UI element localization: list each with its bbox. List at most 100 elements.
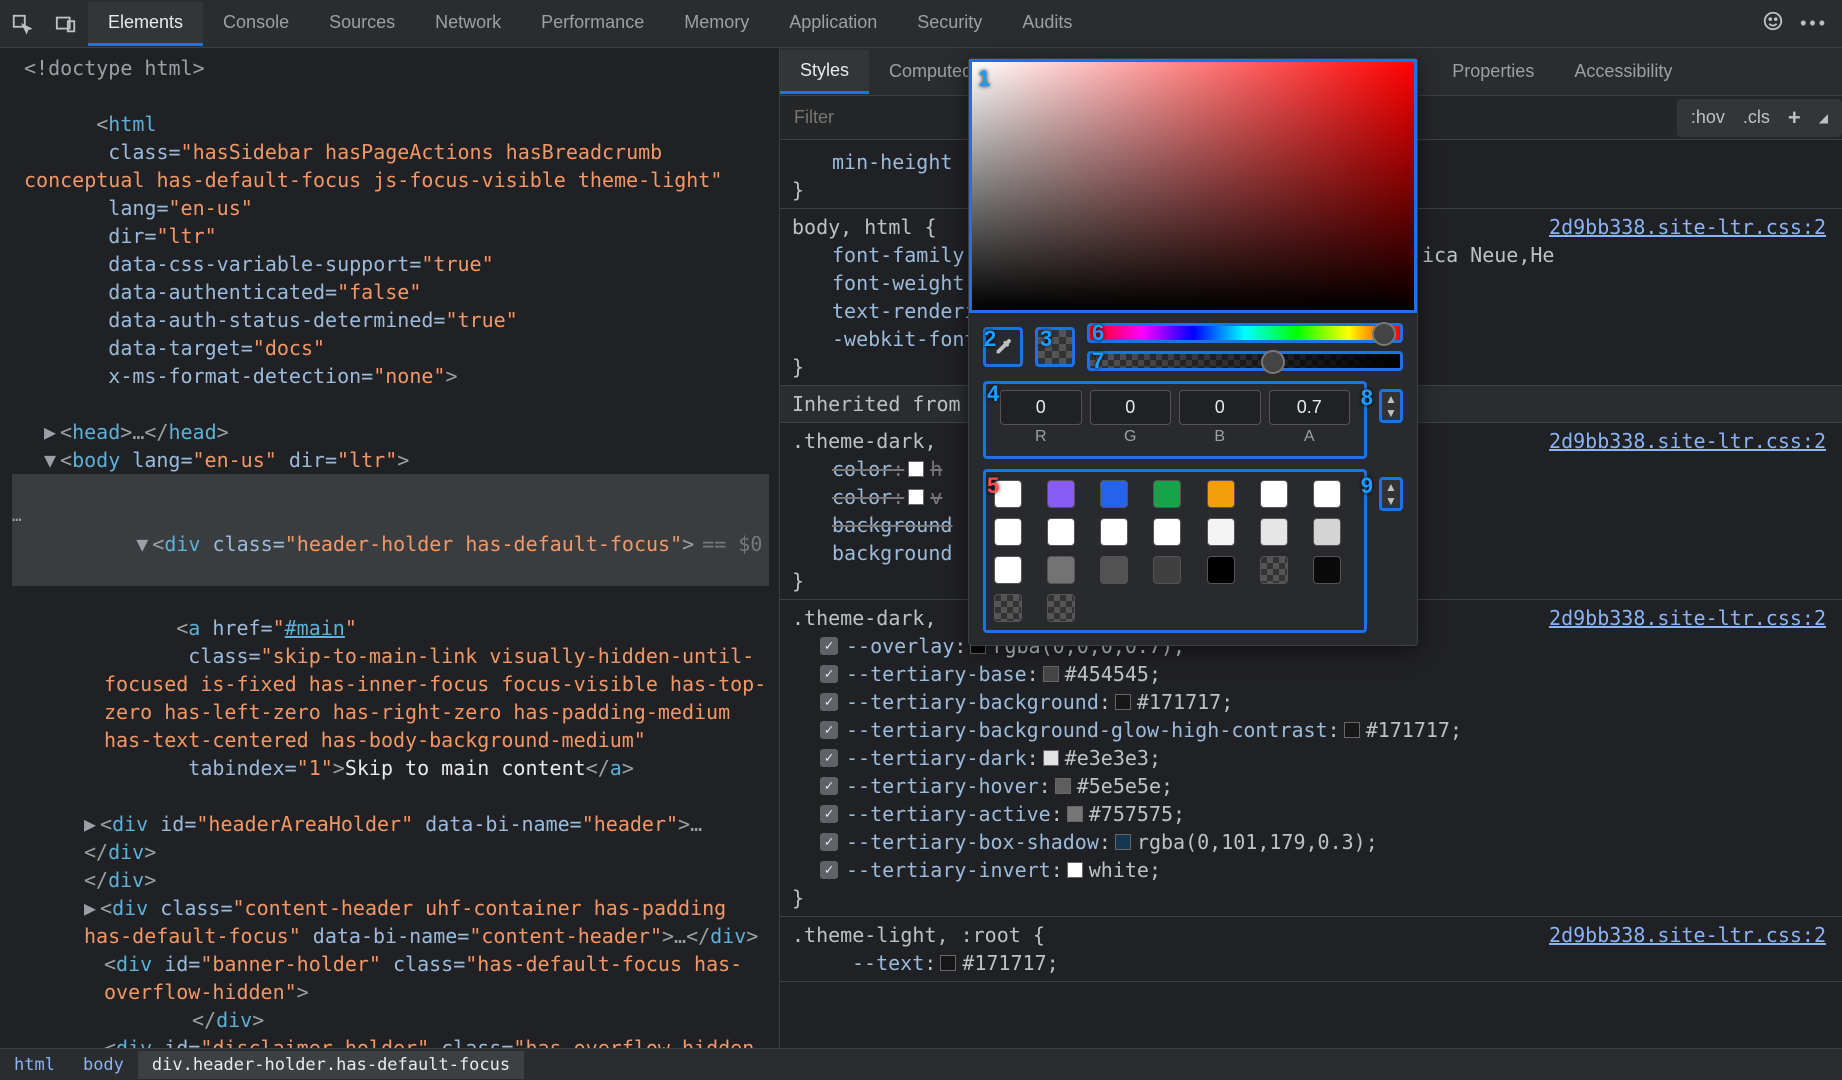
hov-toggle[interactable]: :hov xyxy=(1691,107,1725,128)
property-checkbox[interactable]: ✓ xyxy=(820,637,838,655)
format-stepper[interactable]: ▲▼ xyxy=(1379,389,1403,423)
content-header-element[interactable]: ▶<div class="content-header uhf-containe… xyxy=(12,894,769,950)
palette-swatch[interactable] xyxy=(1260,556,1288,584)
selected-marker: == $0 xyxy=(694,532,762,556)
palette-swatch[interactable] xyxy=(1100,518,1128,546)
palette-swatch[interactable] xyxy=(1313,480,1341,508)
spectrum-field[interactable]: 1 xyxy=(969,59,1417,313)
callout-6: 6 xyxy=(1092,320,1104,346)
property-checkbox[interactable]: ✓ xyxy=(820,777,838,795)
palette-swatch[interactable] xyxy=(1047,480,1075,508)
palette-swatch[interactable] xyxy=(1047,594,1075,622)
b-input[interactable] xyxy=(1179,390,1261,425)
device-toolbar-icon[interactable] xyxy=(44,2,88,46)
palette-swatch[interactable] xyxy=(1207,518,1235,546)
palette-stepper[interactable]: ▲▼ xyxy=(1379,477,1403,511)
palette-swatch[interactable] xyxy=(1047,518,1075,546)
palette-swatch[interactable] xyxy=(1153,556,1181,584)
property-checkbox[interactable]: ✓ xyxy=(820,693,838,711)
crumb-html[interactable]: html xyxy=(0,1051,69,1079)
palette-swatch[interactable] xyxy=(1313,518,1341,546)
property-checkbox[interactable]: ✓ xyxy=(820,665,838,683)
property-checkbox[interactable]: ✓ xyxy=(820,833,838,851)
css-property[interactable]: ✓--tertiary-background-glow-high-contras… xyxy=(792,716,1826,744)
tab-memory[interactable]: Memory xyxy=(664,2,769,46)
palette-swatch[interactable] xyxy=(1207,480,1235,508)
callout-3: 3 xyxy=(1040,326,1052,352)
crumb-selected[interactable]: div.header-holder.has-default-focus xyxy=(138,1051,524,1079)
devtools-toolbar: ElementsConsoleSourcesNetworkPerformance… xyxy=(0,0,1842,48)
callout-4: 4 xyxy=(987,381,999,407)
palette-swatch[interactable] xyxy=(994,594,1022,622)
tab-elements[interactable]: Elements xyxy=(88,2,203,46)
styles-tab-properties[interactable]: Properties xyxy=(1432,51,1554,92)
more-icon[interactable]: ••• xyxy=(1800,13,1828,34)
disclaimer-holder-element[interactable]: <div id="disclaimer-holder" class="has-o… xyxy=(12,1034,769,1048)
tab-application[interactable]: Application xyxy=(769,2,897,46)
a-input[interactable] xyxy=(1269,390,1351,425)
styles-tab-styles[interactable]: Styles xyxy=(780,50,869,94)
source-link[interactable]: 2d9bb338.site-ltr.css:2 xyxy=(1549,427,1826,455)
palette-swatch[interactable] xyxy=(1260,480,1288,508)
callout-8: 8 xyxy=(1361,385,1373,411)
hue-slider[interactable]: 6 xyxy=(1087,323,1403,343)
source-link[interactable]: 2d9bb338.site-ltr.css:2 xyxy=(1549,604,1826,632)
callout-5: 5 xyxy=(987,473,999,499)
css-property[interactable]: ✓--tertiary-hover: #5e5e5e; xyxy=(792,772,1826,800)
palette-swatch[interactable] xyxy=(1100,480,1128,508)
elements-dom-tree[interactable]: <!doctype html> <html class="hasSidebar … xyxy=(0,48,780,1048)
tab-security[interactable]: Security xyxy=(897,2,1002,46)
sample-color: 3 xyxy=(1035,327,1075,367)
palette-swatch[interactable] xyxy=(994,518,1022,546)
callout-1: 1 xyxy=(978,66,990,92)
palette-swatch[interactable] xyxy=(1153,518,1181,546)
corner-icon[interactable]: ◢ xyxy=(1819,111,1828,125)
css-property[interactable]: ✓--tertiary-invert: white; xyxy=(792,856,1826,884)
palette-swatch[interactable] xyxy=(1313,556,1341,584)
inspect-element-icon[interactable] xyxy=(0,2,44,46)
property-checkbox[interactable]: ✓ xyxy=(820,749,838,767)
source-link[interactable]: 2d9bb338.site-ltr.css:2 xyxy=(1549,921,1826,949)
eyedropper-button[interactable]: 2 xyxy=(983,327,1023,367)
palette-swatch[interactable] xyxy=(1207,556,1235,584)
tab-network[interactable]: Network xyxy=(415,2,521,46)
selected-element[interactable]: … ▼<div class="header-holder has-default… xyxy=(12,474,769,586)
property-checkbox[interactable]: ✓ xyxy=(820,861,838,879)
tab-console[interactable]: Console xyxy=(203,2,309,46)
doctype: <!doctype html> xyxy=(24,56,205,80)
tab-sources[interactable]: Sources xyxy=(309,2,415,46)
body-element[interactable]: ▼<body lang="en-us" dir="ltr"> xyxy=(12,446,769,474)
palette-swatches: 5 xyxy=(983,469,1367,633)
new-style-rule-button[interactable]: + xyxy=(1788,105,1801,131)
styles-tab-accessibility[interactable]: Accessibility xyxy=(1554,51,1692,92)
banner-holder-element[interactable]: <div id="banner-holder" class="has-defau… xyxy=(12,950,769,1006)
property-checkbox[interactable]: ✓ xyxy=(820,721,838,739)
css-property[interactable]: ✓--tertiary-dark: #e3e3e3; xyxy=(792,744,1826,772)
palette-swatch[interactable] xyxy=(1153,480,1181,508)
r-input[interactable] xyxy=(1000,390,1082,425)
palette-swatch[interactable] xyxy=(1047,556,1075,584)
anchor-element[interactable]: <a href="#main" class="skip-to-main-link… xyxy=(12,586,769,810)
cls-toggle[interactable]: .cls xyxy=(1743,107,1770,128)
css-property[interactable]: ✓--tertiary-box-shadow: rgba(0,101,179,0… xyxy=(792,828,1826,856)
palette-swatch[interactable] xyxy=(1100,556,1128,584)
g-input[interactable] xyxy=(1090,390,1172,425)
source-link[interactable]: 2d9bb338.site-ltr.css:2 xyxy=(1549,213,1826,241)
css-property[interactable]: ✓--tertiary-active: #757575; xyxy=(792,800,1826,828)
crumb-body[interactable]: body xyxy=(69,1051,138,1079)
css-property[interactable]: ✓--tertiary-base: #454545; xyxy=(792,660,1826,688)
property-checkbox[interactable]: ✓ xyxy=(820,805,838,823)
tab-audits[interactable]: Audits xyxy=(1002,2,1092,46)
palette-swatch[interactable] xyxy=(994,556,1022,584)
smiley-icon[interactable] xyxy=(1762,10,1784,37)
css-property[interactable]: ✓--tertiary-background: #171717; xyxy=(792,688,1826,716)
palette-swatch[interactable] xyxy=(1260,518,1288,546)
head-element[interactable]: ▶<head>…</head> xyxy=(12,418,769,446)
alpha-slider[interactable]: 7 xyxy=(1087,351,1403,371)
color-picker-popup: 1 2 3 6 7 4 R G B A ▲▼ xyxy=(968,58,1418,646)
html-element[interactable]: <html class="hasSidebar hasPageActions h… xyxy=(12,82,769,418)
tab-performance[interactable]: Performance xyxy=(521,2,664,46)
hov-cls-box: :hov .cls + ◢ xyxy=(1677,99,1842,137)
header-area-element[interactable]: ▶<div id="headerAreaHolder" data-bi-name… xyxy=(12,810,769,866)
callout-7: 7 xyxy=(1092,348,1104,374)
